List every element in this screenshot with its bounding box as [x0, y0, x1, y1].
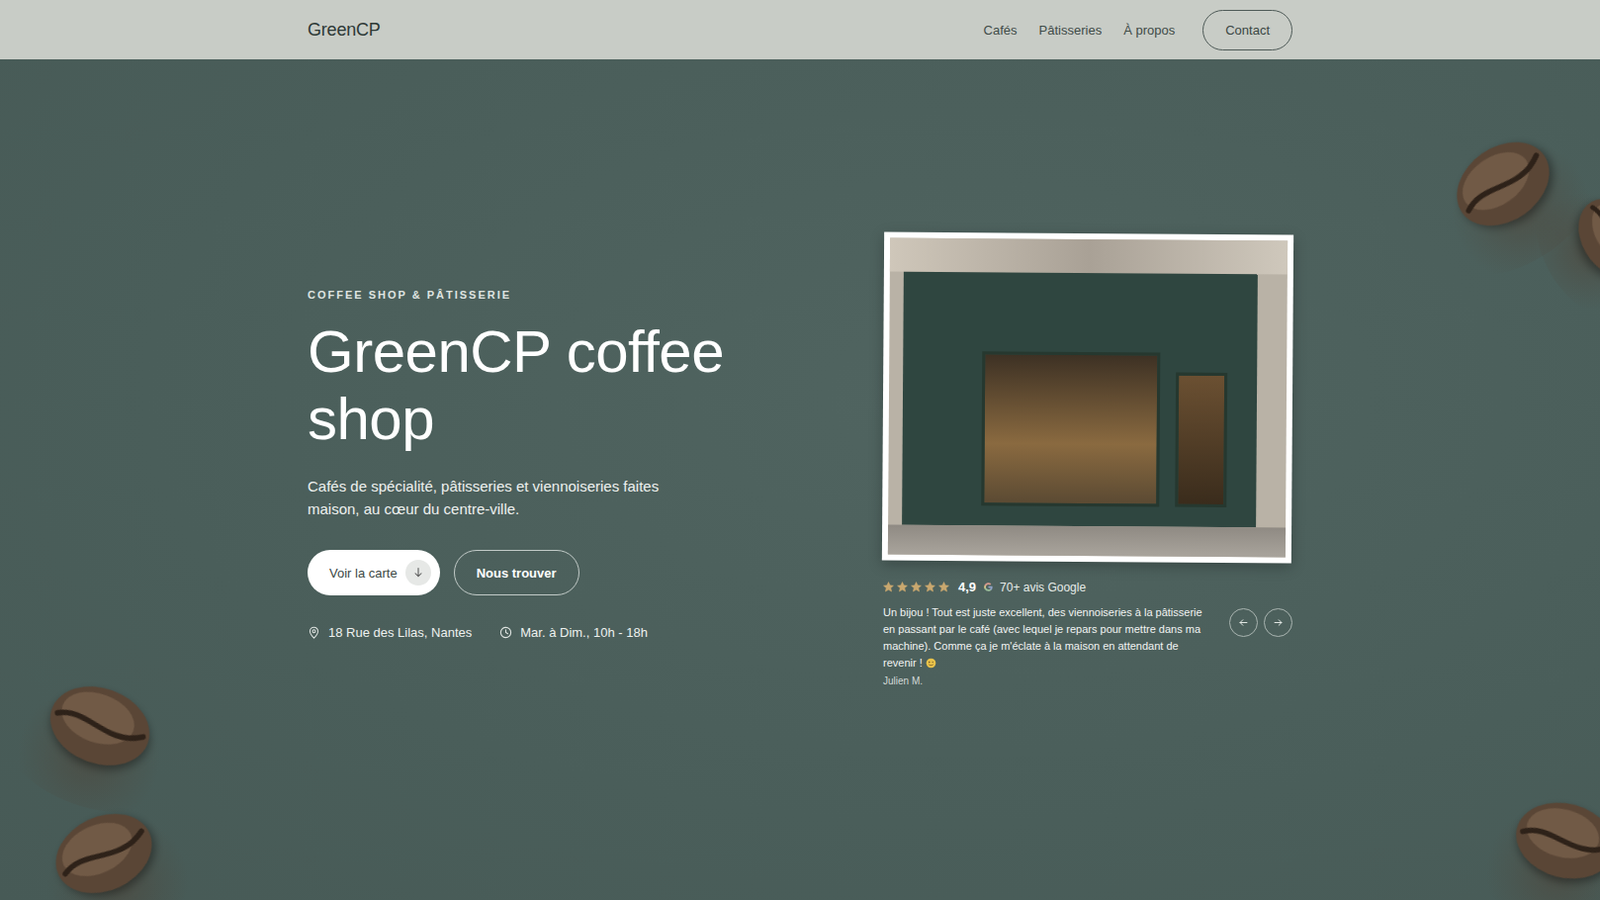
review-text: Un bijou ! Tout est juste excellent, des… [883, 604, 1214, 672]
hero-title: GreenCP coffee shop [307, 318, 822, 453]
star-icon [910, 581, 922, 593]
info-row: 18 Rue des Lilas, Nantes Mar. à Dim., 10… [307, 624, 884, 640]
review-body: Un bijou ! Tout est juste excellent, des… [883, 604, 1214, 687]
nav-links: Cafés Pâtisseries À propos Contact [983, 9, 1293, 51]
review-nav [1229, 604, 1293, 687]
previous-button[interactable] [1229, 608, 1258, 637]
hero-button[interactable]: Voir la carte [307, 549, 441, 596]
nav-link[interactable]: À propos [1123, 22, 1175, 38]
arrow-left-icon [1238, 617, 1249, 628]
pin-icon [307, 625, 321, 639]
nav-link[interactable]: Pâtisseries [1039, 22, 1103, 38]
star-icon [883, 581, 894, 593]
nav-link[interactable]: Cafés [983, 22, 1018, 38]
button-label: Nous trouver [476, 565, 557, 581]
hero-button[interactable]: Nous trouver [453, 549, 580, 596]
shop-window [980, 351, 1160, 507]
storefront-photo [882, 232, 1294, 564]
shop-door [1174, 371, 1228, 507]
review: Un bijou ! Tout est juste excellent, des… [883, 604, 1293, 687]
shopfront [901, 270, 1258, 527]
page: GreenCP Cafés Pâtisseries À propos Contact CO… [0, 0, 1600, 900]
clock-icon [499, 625, 513, 639]
pavement [888, 524, 1286, 557]
rating-row: 4,9 70+ avis Google [883, 579, 1293, 595]
hero-buttons: Voir la carte Nous trouver [307, 549, 884, 596]
review-author: Julien M. [883, 675, 1214, 687]
coffee-bean-decoration [1500, 780, 1600, 900]
nav-inner: GreenCP Cafés Pâtisseries À propos Contact [307, 0, 1293, 60]
google-icon [982, 581, 994, 593]
top-nav: GreenCP Cafés Pâtisseries À propos Contact [0, 0, 1600, 60]
arrow-down-icon [405, 559, 432, 586]
star-icon [896, 581, 908, 593]
opening-hours: Mar. à Dim., 10h - 18h [499, 624, 648, 640]
star-icon [924, 581, 936, 593]
arrow-right-icon [1272, 617, 1284, 628]
hero-content: COFFEE SHOP & PÂTISSERIE GreenCP coffee s… [307, 233, 1293, 687]
coffee-bean-decoration [32, 664, 169, 789]
hero-text: COFFEE SHOP & PÂTISSERIE GreenCP coffee s… [307, 233, 884, 640]
review-count: 70+ avis Google [999, 580, 1086, 595]
rating-score: 4,9 [958, 579, 977, 595]
hero-media: 4,9 70+ avis Google Un bijou ! Tout est ju… [883, 233, 1293, 687]
button-label: Voir la carte [329, 565, 398, 581]
logo[interactable]: GreenCP [307, 19, 381, 41]
eyebrow: COFFEE SHOP & PÂTISSERIE [307, 288, 884, 301]
hero: COFFEE SHOP & PÂTISSERIE GreenCP coffee s… [0, 59, 1600, 900]
contact-button[interactable]: Contact [1202, 9, 1293, 51]
facade [889, 238, 1288, 274]
photo [888, 238, 1288, 558]
address: 18 Rue des Lilas, Nantes [307, 624, 472, 640]
wink-emoji-icon [925, 657, 937, 669]
coffee-bean-decoration [1555, 178, 1600, 296]
next-button[interactable] [1263, 608, 1293, 637]
hero-subtitle: Cafés de spécialité, pâtisseries et vien… [307, 474, 674, 521]
star-icon [938, 581, 950, 593]
